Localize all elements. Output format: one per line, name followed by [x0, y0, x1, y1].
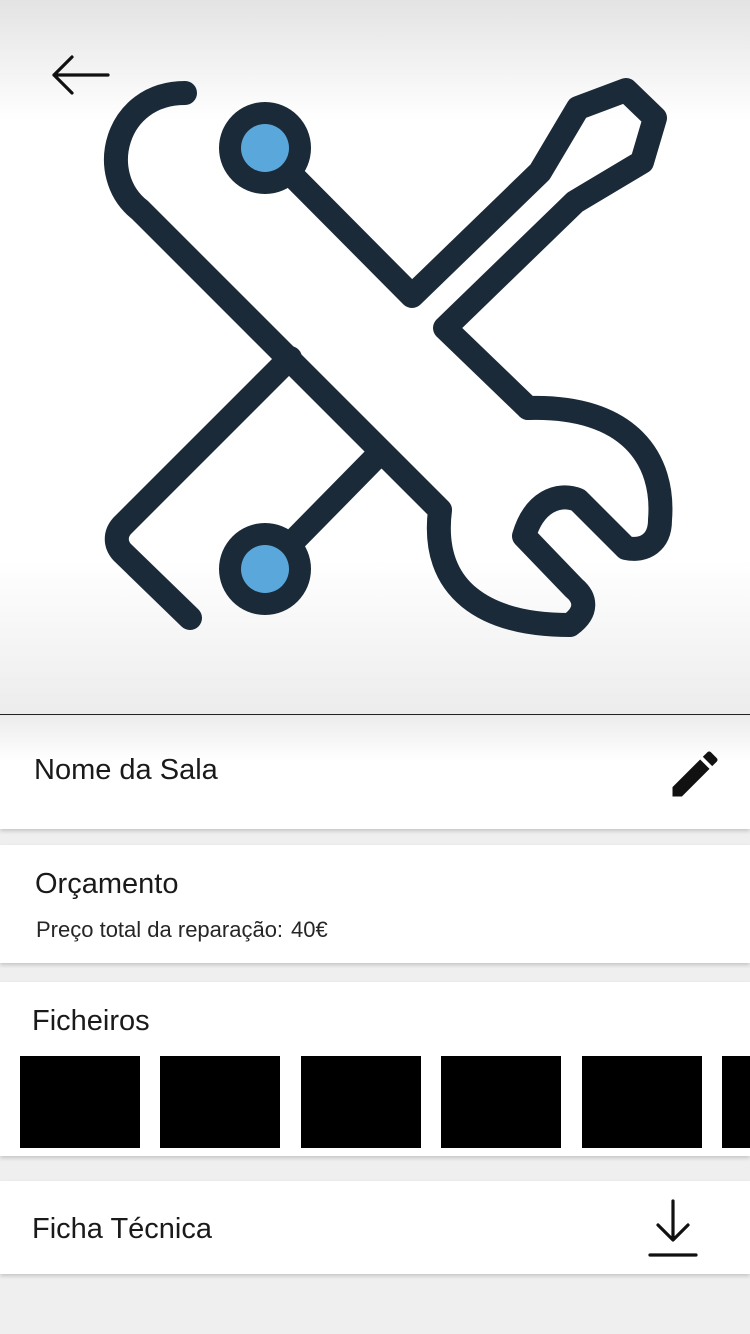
budget-card: Orçamento Preço total da reparação: 40€ — [0, 845, 750, 963]
download-technical-sheet-button[interactable] — [642, 1195, 704, 1259]
wrench-shape — [104, 81, 673, 637]
file-thumbnail[interactable] — [300, 1056, 421, 1148]
file-thumbnail[interactable] — [441, 1056, 562, 1148]
room-header-image — [0, 0, 750, 715]
arrow-left-icon — [52, 55, 110, 95]
edit-room-name-button[interactable] — [665, 744, 725, 804]
room-name-card: Nome da Sala — [0, 716, 750, 829]
circuit-node-bottom-icon — [219, 523, 311, 615]
file-thumbnail[interactable] — [20, 1056, 140, 1148]
files-title: Ficheiros — [32, 1005, 150, 1037]
file-thumbnail[interactable] — [581, 1056, 702, 1148]
download-icon — [648, 1199, 698, 1257]
budget-title: Orçamento — [35, 868, 179, 900]
circuit-node-top-icon — [219, 102, 311, 194]
total-price-row: Preço total da reparação: 40€ — [36, 917, 328, 943]
pencil-icon — [672, 751, 718, 797]
technical-sheet-card[interactable]: Ficha Técnica — [0, 1181, 750, 1274]
back-button[interactable] — [44, 46, 116, 104]
room-name-label: Nome da Sala — [34, 754, 218, 786]
technical-sheet-title: Ficha Técnica — [32, 1213, 212, 1245]
tools-illustration — [104, 78, 673, 637]
total-price-value: 40€ — [291, 917, 328, 942]
files-thumbnail-strip[interactable] — [20, 1056, 750, 1148]
total-price-label: Preço total da reparação: — [36, 917, 284, 942]
screwdriver-shape — [253, 78, 667, 420]
file-thumbnail[interactable] — [722, 1056, 750, 1148]
files-card: Ficheiros — [0, 982, 750, 1156]
file-thumbnail[interactable] — [160, 1056, 281, 1148]
